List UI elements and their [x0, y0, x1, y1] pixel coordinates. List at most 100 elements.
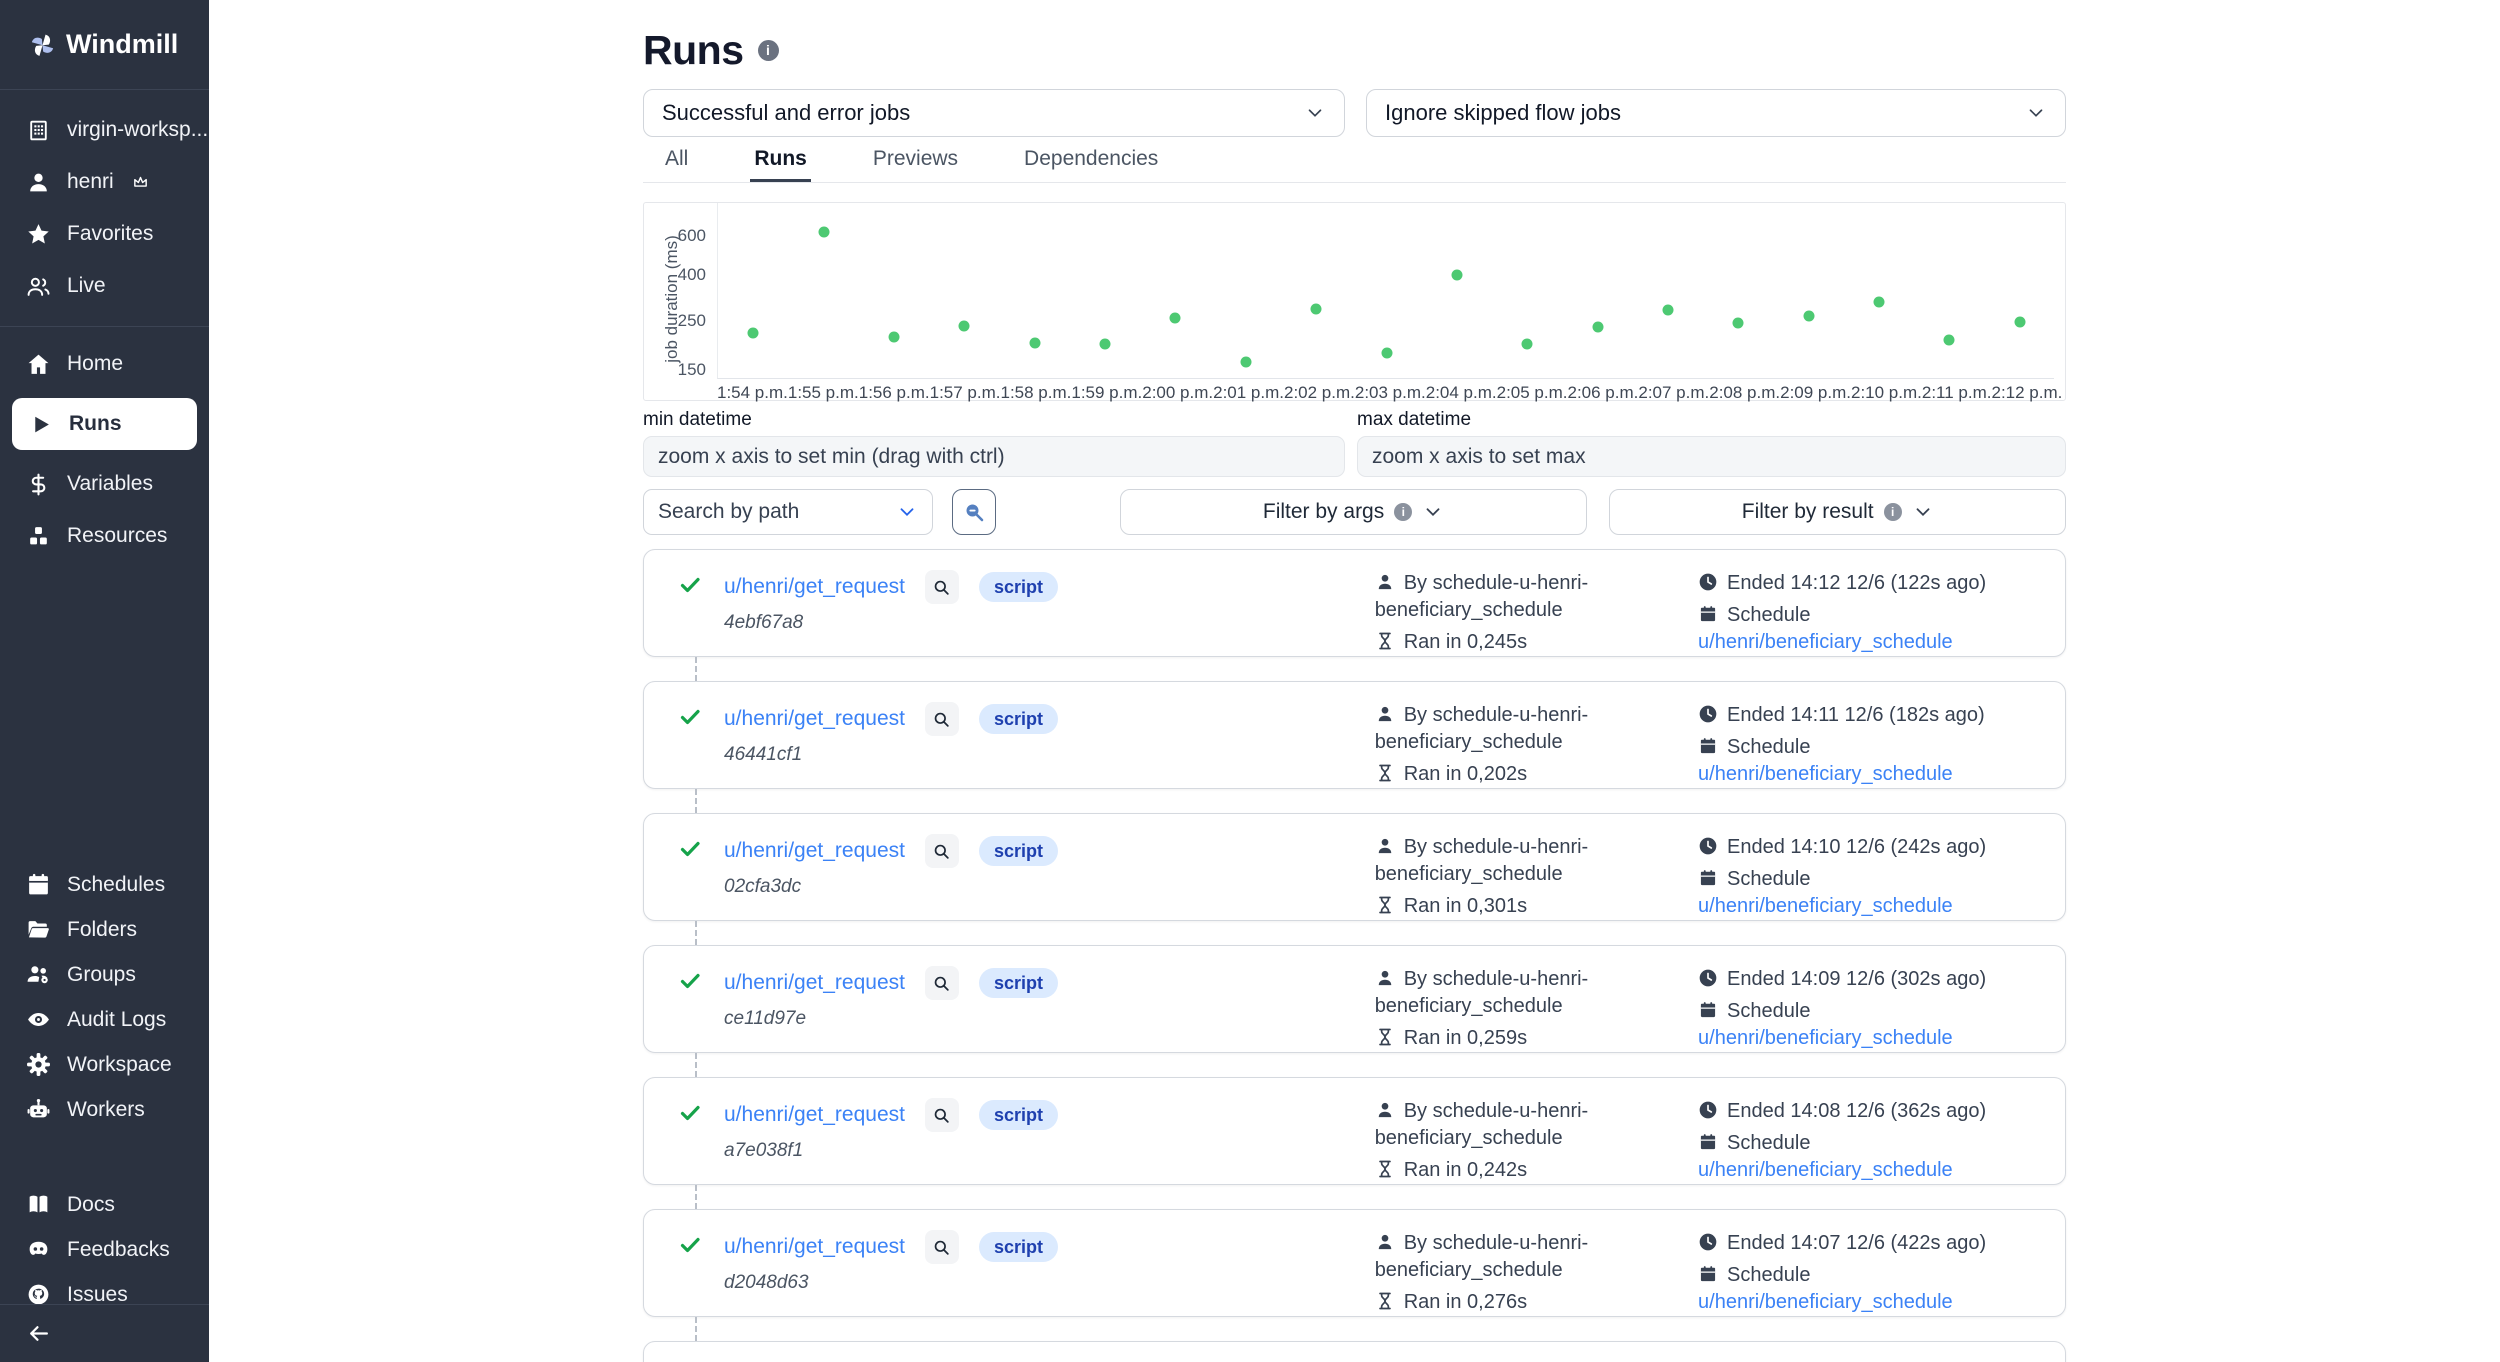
chart-data-point[interactable] — [959, 320, 970, 331]
sidebar-item-groups[interactable]: Groups — [0, 952, 209, 997]
chart-x-tick-label: 2:01 p.m. — [1213, 383, 1284, 403]
chevron-down-icon — [1422, 501, 1444, 523]
hourglass-icon — [1375, 763, 1395, 783]
sidebar-item-feedbacks[interactable]: Feedbacks — [0, 1227, 209, 1272]
hourglass-icon — [1375, 895, 1395, 915]
search-by-path-select[interactable]: Search by path — [643, 489, 933, 535]
filter-by-args-button[interactable]: Filter by args i — [1120, 489, 1588, 535]
chart-x-tick-label: 2:06 p.m. — [1568, 383, 1639, 403]
chart-data-point[interactable] — [1944, 335, 1955, 346]
chart-data-point[interactable] — [888, 332, 899, 343]
run-row[interactable]: u/henri/get_request script By schedule-u… — [643, 1341, 2066, 1362]
sidebar-item-live[interactable]: Live — [0, 260, 209, 312]
tab-previews[interactable]: Previews — [869, 147, 962, 182]
runs-duration-chart[interactable]: job duration (ms) 600400250150 1:54 p.m.… — [643, 202, 2066, 401]
sidebar-item-home[interactable]: Home — [0, 338, 209, 390]
run-path-link[interactable]: u/henri/get_request — [724, 1235, 905, 1259]
sidebar-item-variables[interactable]: Variables — [0, 458, 209, 510]
chart-plot-area[interactable] — [717, 203, 2054, 379]
tab-dependencies[interactable]: Dependencies — [1020, 147, 1162, 182]
run-row[interactable]: u/henri/get_request script d2048d63 By s… — [643, 1209, 2066, 1317]
run-path-link[interactable]: u/henri/get_request — [724, 839, 905, 863]
skipped-jobs-select[interactable]: Ignore skipped flow jobs — [1366, 89, 2066, 137]
chart-data-point[interactable] — [1522, 338, 1533, 349]
run-path-link[interactable]: u/henri/get_request — [724, 575, 905, 599]
inspect-run-button[interactable] — [925, 570, 959, 604]
run-row[interactable]: u/henri/get_request script 02cfa3dc By s… — [643, 813, 2066, 921]
schedule-link[interactable]: u/henri/beneficiary_schedule — [1698, 631, 1953, 653]
chart-data-point[interactable] — [1029, 337, 1040, 348]
min-datetime-input[interactable] — [643, 436, 1345, 477]
sidebar-item-label: Schedules — [67, 873, 165, 897]
chart-data-point[interactable] — [1170, 312, 1181, 323]
inspect-run-button[interactable] — [925, 1230, 959, 1264]
run-path-link[interactable]: u/henri/get_request — [724, 707, 905, 731]
sidebar-item-workspace-switcher[interactable]: virgin-worksp... — [0, 104, 209, 156]
schedule-label: Schedule — [1727, 868, 1810, 890]
info-icon[interactable]: i — [758, 40, 779, 61]
sidebar-item-favorites[interactable]: Favorites — [0, 208, 209, 260]
inspect-run-button[interactable] — [925, 1098, 959, 1132]
sidebar-item-schedules[interactable]: Schedules — [0, 862, 209, 907]
sidebar-item-workers[interactable]: Workers — [0, 1087, 209, 1132]
run-connector-line — [695, 1185, 2066, 1209]
sidebar-item-docs[interactable]: Docs — [0, 1182, 209, 1227]
sidebar-item-resources[interactable]: Resources — [0, 510, 209, 562]
collapse-sidebar-button[interactable] — [0, 1304, 209, 1362]
schedule-link[interactable]: u/henri/beneficiary_schedule — [1698, 1159, 1953, 1181]
search-button[interactable] — [952, 489, 996, 535]
tab-runs[interactable]: Runs — [750, 147, 811, 182]
sidebar-item-label: Audit Logs — [67, 1008, 166, 1032]
sidebar-item-runs[interactable]: Runs — [12, 398, 197, 450]
job-kind-badge: script — [979, 1232, 1058, 1262]
user-name: henri — [67, 170, 114, 194]
chart-data-point[interactable] — [1240, 356, 1251, 367]
inspect-run-button[interactable] — [925, 702, 959, 736]
chart-data-point[interactable] — [748, 328, 759, 339]
success-check-icon — [678, 573, 702, 597]
chart-data-point[interactable] — [1592, 321, 1603, 332]
chart-data-point[interactable] — [1803, 311, 1814, 322]
filter-by-result-button[interactable]: Filter by result i — [1609, 489, 2066, 535]
max-datetime-input[interactable] — [1357, 436, 2066, 477]
run-connector-line — [695, 1053, 2066, 1077]
sidebar-item-label: Variables — [67, 472, 153, 496]
run-row[interactable]: u/henri/get_request script 46441cf1 By s… — [643, 681, 2066, 789]
sidebar-item-label: Docs — [67, 1193, 115, 1217]
schedule-link[interactable]: u/henri/beneficiary_schedule — [1698, 763, 1953, 785]
sidebar-item-label: Issues — [67, 1283, 128, 1307]
inspect-run-button[interactable] — [925, 966, 959, 1000]
run-row[interactable]: u/henri/get_request script 4ebf67a8 By s… — [643, 549, 2066, 657]
chart-data-point[interactable] — [1874, 296, 1885, 307]
chart-x-tick-label: 2:07 p.m. — [1638, 383, 1709, 403]
tab-all[interactable]: All — [661, 147, 692, 182]
run-row[interactable]: u/henri/get_request script a7e038f1 By s… — [643, 1077, 2066, 1185]
brand[interactable]: Windmill — [0, 0, 209, 90]
job-status-select[interactable]: Successful and error jobs — [643, 89, 1345, 137]
run-path-link[interactable]: u/henri/get_request — [724, 971, 905, 995]
chart-data-point[interactable] — [1100, 339, 1111, 350]
chart-data-point[interactable] — [2014, 316, 2025, 327]
chart-data-point[interactable] — [1311, 304, 1322, 315]
run-id: a7e038f1 — [724, 1140, 1058, 1162]
sidebar-item-workspace[interactable]: Workspace — [0, 1042, 209, 1087]
run-path-link[interactable]: u/henri/get_request — [724, 1103, 905, 1127]
chart-data-point[interactable] — [1381, 348, 1392, 359]
inspect-run-button[interactable] — [925, 834, 959, 868]
sidebar-item-user[interactable]: henri — [0, 156, 209, 208]
calendar-icon — [1698, 1264, 1718, 1284]
chart-data-point[interactable] — [1662, 305, 1673, 316]
schedule-link[interactable]: u/henri/beneficiary_schedule — [1698, 1027, 1953, 1049]
chart-data-point[interactable] — [818, 226, 829, 237]
user-icon — [1375, 968, 1395, 988]
triggered-by-text: By schedule-u-henri-beneficiary_schedule — [1375, 572, 1589, 621]
chart-data-point[interactable] — [1451, 270, 1462, 281]
job-kind-tabs: All Runs Previews Dependencies — [643, 147, 2066, 183]
schedule-link[interactable]: u/henri/beneficiary_schedule — [1698, 1291, 1953, 1313]
sidebar-item-audit-logs[interactable]: Audit Logs — [0, 997, 209, 1042]
chart-data-point[interactable] — [1733, 317, 1744, 328]
sidebar-item-folders[interactable]: Folders — [0, 907, 209, 952]
run-row[interactable]: u/henri/get_request script ce11d97e By s… — [643, 945, 2066, 1053]
schedule-link[interactable]: u/henri/beneficiary_schedule — [1698, 895, 1953, 917]
run-duration-text: Ran in 0,242s — [1404, 1159, 1527, 1181]
